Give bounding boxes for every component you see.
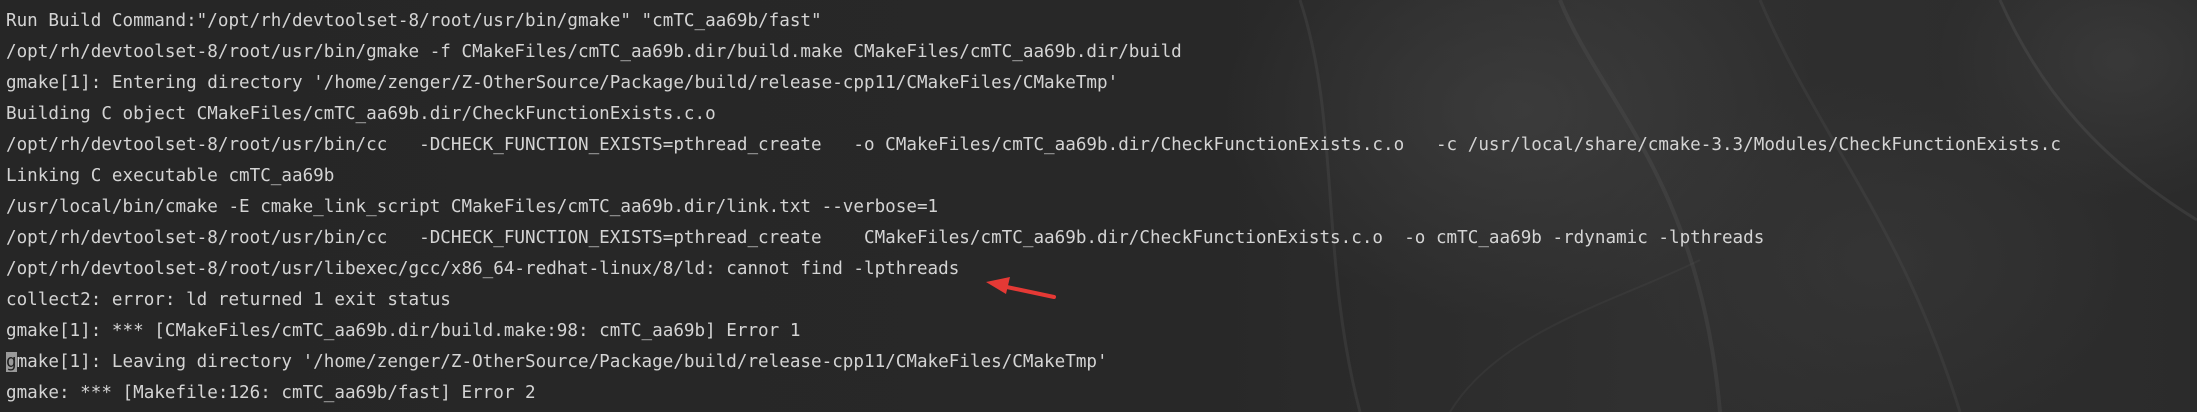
terminal-line-error-highlighted[interactable]: /opt/rh/devtoolset-8/root/usr/libexec/gc… bbox=[6, 254, 2061, 285]
terminal-line[interactable]: Linking C executable cmTC_aa69b bbox=[6, 161, 2061, 192]
terminal-lines: Run Build Command:"/opt/rh/devtoolset-8/… bbox=[6, 6, 2061, 409]
terminal-line-with-cursor[interactable]: gmake[1]: Leaving directory '/home/zenge… bbox=[6, 347, 2061, 378]
terminal-line[interactable]: /opt/rh/devtoolset-8/root/usr/bin/cc -DC… bbox=[6, 223, 2061, 254]
terminal-output-panel[interactable]: Run Build Command:"/opt/rh/devtoolset-8/… bbox=[0, 0, 2197, 412]
terminal-line-text: make[1]: Leaving directory '/home/zenger… bbox=[16, 352, 1108, 372]
terminal-line[interactable]: /usr/local/bin/cmake -E cmake_link_scrip… bbox=[6, 192, 2061, 223]
terminal-line[interactable]: gmake: *** [Makefile:126: cmTC_aa69b/fas… bbox=[6, 378, 2061, 409]
terminal-line[interactable]: Building C object CMakeFiles/cmTC_aa69b.… bbox=[6, 99, 2061, 130]
text-cursor: g bbox=[6, 352, 17, 372]
terminal-line[interactable]: Run Build Command:"/opt/rh/devtoolset-8/… bbox=[6, 6, 2061, 37]
terminal-line[interactable]: gmake[1]: *** [CMakeFiles/cmTC_aa69b.dir… bbox=[6, 316, 2061, 347]
terminal-line[interactable]: /opt/rh/devtoolset-8/root/usr/bin/cc -DC… bbox=[6, 130, 2061, 161]
terminal-line[interactable]: gmake[1]: Entering directory '/home/zeng… bbox=[6, 68, 2061, 99]
terminal-line[interactable]: collect2: error: ld returned 1 exit stat… bbox=[6, 285, 2061, 316]
terminal-line[interactable]: /opt/rh/devtoolset-8/root/usr/bin/gmake … bbox=[6, 37, 2061, 68]
